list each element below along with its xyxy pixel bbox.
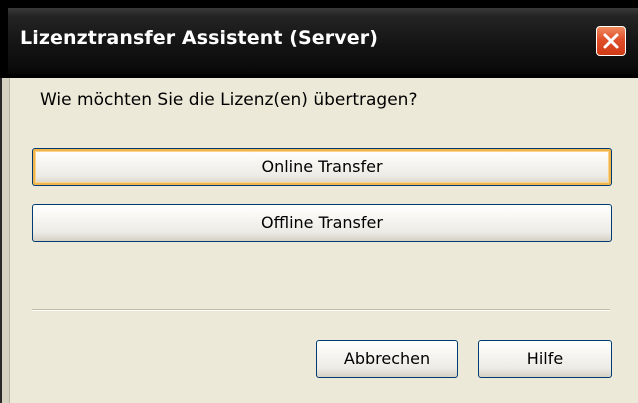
help-button[interactable]: Hilfe bbox=[478, 340, 612, 378]
online-transfer-button[interactable]: Online Transfer bbox=[32, 148, 612, 186]
close-button[interactable] bbox=[596, 26, 626, 56]
window-title: Lizenztransfer Assistent (Server) bbox=[20, 27, 378, 49]
footer-separator bbox=[32, 309, 610, 311]
question-label: Wie möchten Sie die Lizenz(en) übertrage… bbox=[40, 90, 418, 110]
cancel-button[interactable]: Abbrechen bbox=[316, 340, 458, 378]
window-frame-left bbox=[0, 78, 10, 403]
dialog-window: Lizenztransfer Assistent (Server) Wie mö… bbox=[0, 0, 638, 403]
offline-transfer-button[interactable]: Offline Transfer bbox=[32, 204, 612, 242]
close-icon bbox=[603, 33, 619, 49]
title-bar[interactable]: Lizenztransfer Assistent (Server) bbox=[0, 0, 638, 78]
